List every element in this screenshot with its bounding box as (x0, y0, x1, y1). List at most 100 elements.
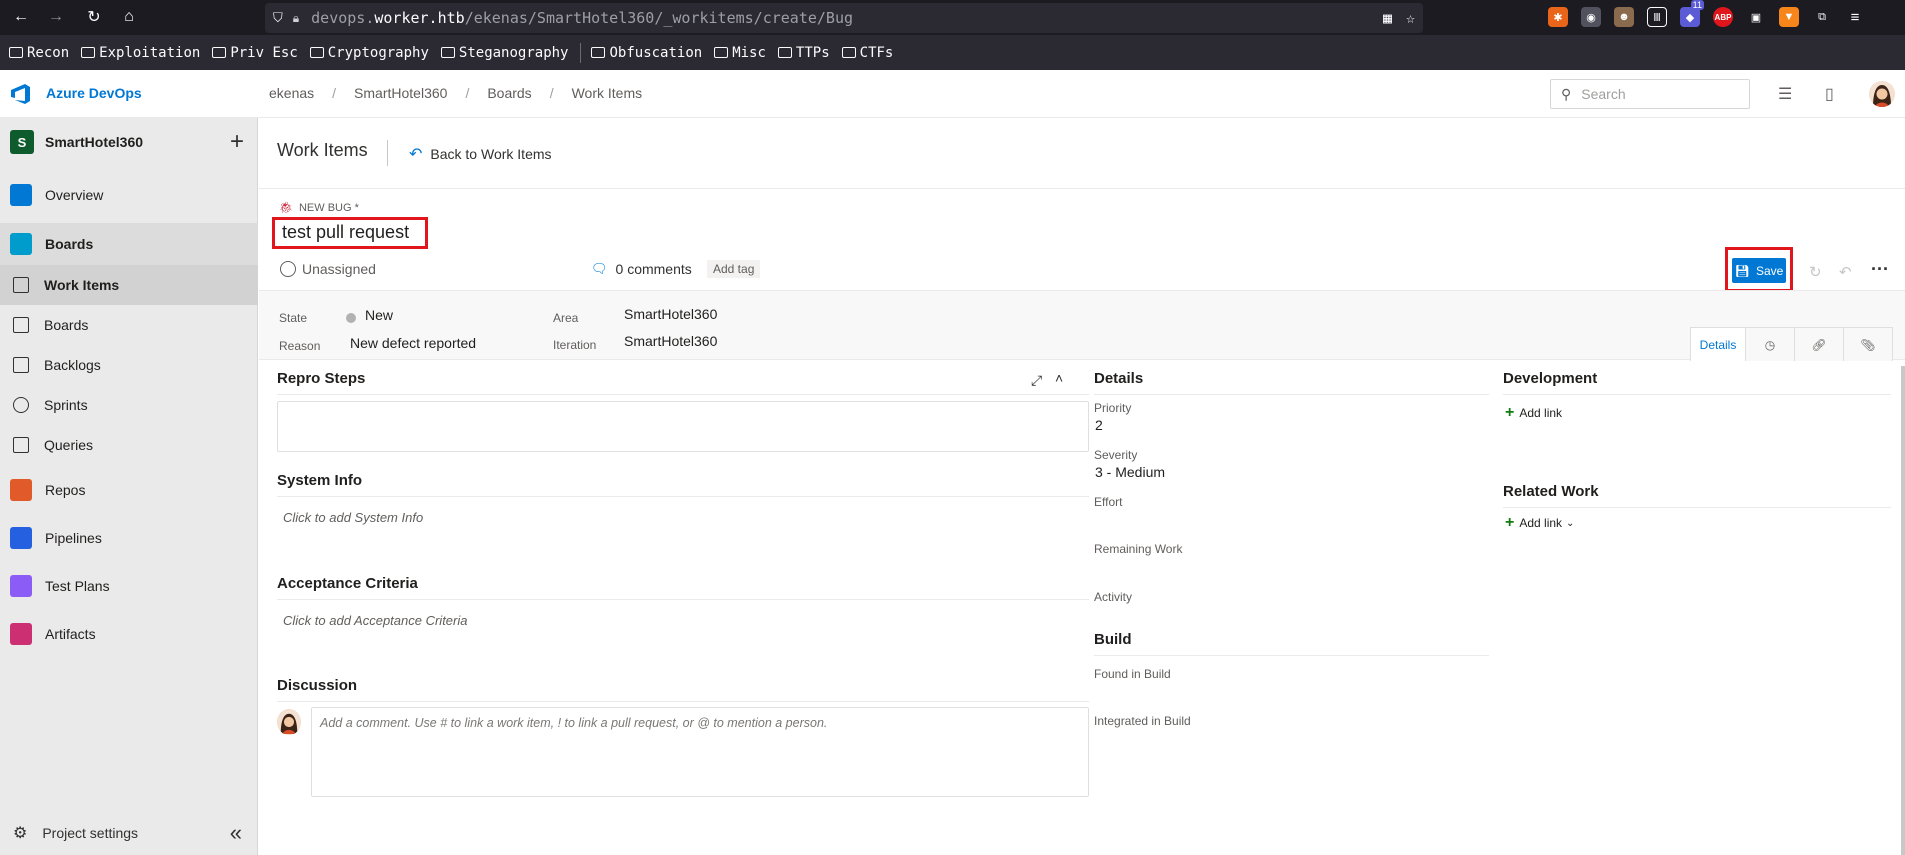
azure-devops-logo-icon[interactable] (10, 83, 34, 105)
severity-field[interactable]: 3 - Medium (1095, 464, 1165, 480)
work-item-form-header: 🐞︎ NEW BUG * test pull request Unassigne… (259, 188, 1905, 292)
bookmark-folder[interactable]: Misc (714, 45, 766, 61)
state-field[interactable]: New (365, 307, 393, 323)
person-icon (280, 261, 296, 277)
effort-label: Effort (1094, 495, 1123, 509)
bookmark-star-icon[interactable]: ☆ (1406, 9, 1415, 27)
app-title[interactable]: Azure DevOps (46, 85, 142, 101)
qr-code-icon[interactable]: ▦ (1383, 9, 1392, 27)
reason-field[interactable]: New defect reported (350, 335, 476, 351)
column-extension-icon[interactable]: Ⅲ (1647, 7, 1667, 27)
tab-history[interactable]: ◷ (1745, 327, 1795, 361)
tab-attachments[interactable]: 📎︎ (1843, 327, 1893, 361)
clipboard-icon (13, 277, 29, 293)
more-actions-icon[interactable]: ··· (1871, 259, 1889, 280)
shield-extension-icon[interactable]: ◆ 11 (1680, 0, 1704, 27)
add-development-link-button[interactable]: + Add link (1505, 404, 1562, 422)
breadcrumb-item[interactable]: SmartHotel360 (354, 85, 447, 101)
scrollbar[interactable] (1901, 366, 1905, 855)
sidebar-item-boards[interactable]: Boards (0, 223, 258, 265)
face-extension-icon[interactable]: ☻ (1614, 7, 1634, 27)
development-heading: Development (1503, 370, 1598, 387)
puzzle-icon[interactable]: ⧉ (1812, 7, 1832, 27)
sidebar-item-repos[interactable]: Repos (0, 470, 258, 510)
tab-links[interactable]: 🔗︎ (1794, 327, 1844, 361)
bookmark-folder[interactable]: Priv Esc (212, 45, 298, 61)
folder-icon (81, 47, 96, 58)
sidebar-item-overview[interactable]: Overview (0, 175, 258, 215)
bookmark-folder[interactable]: Exploitation (81, 45, 200, 61)
sidebar-item-artifacts[interactable]: Artifacts (0, 614, 258, 654)
iteration-field[interactable]: SmartHotel360 (624, 333, 717, 349)
severity-label: Severity (1094, 448, 1138, 462)
acceptance-criteria-field[interactable]: Click to add Acceptance Criteria (283, 613, 468, 628)
pipelines-icon (10, 527, 32, 549)
tab-details[interactable]: Details (1690, 327, 1746, 361)
grid-extension-icon[interactable]: ▣ (1746, 7, 1766, 27)
breadcrumb-item[interactable]: ekenas (269, 85, 314, 101)
discussion-input[interactable]: Add a comment. Use # to link a work item… (311, 707, 1089, 797)
bookmark-folder[interactable]: CTFs (841, 45, 893, 61)
search-input[interactable]: ⚲ Search (1550, 79, 1750, 109)
back-to-work-items-link[interactable]: ↶ Back to Work Items (409, 144, 552, 164)
title-field[interactable]: test pull request (272, 217, 428, 249)
system-info-field[interactable]: Click to add System Info (283, 510, 423, 525)
work-item-fields: State New Reason New defect reported Are… (259, 290, 1905, 361)
collapse-sidebar-icon[interactable]: « (230, 820, 242, 846)
add-tag-button[interactable]: Add tag (707, 260, 761, 278)
sidebar-item-test-plans[interactable]: Test Plans (0, 566, 258, 606)
firefox-extension-icon[interactable]: ✱ (1548, 7, 1568, 27)
repro-steps-editor[interactable] (277, 401, 1089, 452)
sidebar-item-pipelines[interactable]: Pipelines (0, 518, 258, 558)
folder-icon (841, 47, 856, 58)
related-work-heading: Related Work (1503, 483, 1599, 500)
expand-icon[interactable]: ⤢ (1031, 372, 1042, 389)
menu-icon[interactable]: ≡ (1845, 7, 1865, 27)
page-title: Work Items (277, 140, 368, 160)
project-header[interactable]: S SmartHotel360 + (0, 118, 258, 166)
breadcrumb-item[interactable]: Boards (487, 85, 531, 101)
url-text: devops.worker.htb/ekenas/SmartHotel360/_… (311, 9, 854, 27)
add-related-link-button[interactable]: + Add link ⌄ (1505, 514, 1574, 532)
project-settings[interactable]: ⚙ Project settings « (0, 813, 258, 853)
breadcrumb-item[interactable]: Work Items (572, 85, 643, 101)
refresh-icon[interactable]: ↻ (1809, 263, 1822, 281)
system-info-heading: System Info (277, 472, 363, 489)
bookmark-folder[interactable]: Obfuscation (591, 45, 702, 61)
adblock-icon[interactable]: ABP (1713, 7, 1733, 27)
fox-extension-icon[interactable]: ▼ (1779, 7, 1799, 27)
sidebar-item-label: Repos (45, 482, 86, 498)
bookmark-folder[interactable]: Recon (9, 45, 69, 61)
cookie-extension-icon[interactable]: ◉ (1581, 7, 1601, 27)
bookmark-folder[interactable]: Steganography (440, 45, 568, 61)
url-bar[interactable]: ⛉ 🔒︎ devops.worker.htb/ekenas/SmartHotel… (265, 3, 1423, 33)
avatar[interactable] (1869, 81, 1895, 107)
artifacts-icon (10, 623, 32, 645)
plus-icon: + (1505, 404, 1515, 421)
home-icon[interactable]: ⌂ (118, 6, 140, 28)
folder-icon (9, 47, 23, 58)
sidebar-item-boards-sub[interactable]: Boards (0, 305, 258, 345)
bookmark-folder[interactable]: TTPs (777, 45, 830, 61)
add-icon[interactable]: + (230, 128, 244, 156)
undo-icon[interactable]: ↶ (1839, 263, 1852, 281)
assignee-picker[interactable]: Unassigned (280, 261, 376, 277)
sidebar-item-sprints[interactable]: Sprints (0, 385, 258, 425)
save-disk-icon: 💾︎ (1734, 263, 1750, 278)
priority-field[interactable]: 2 (1095, 417, 1103, 433)
forward-arrow-icon[interactable]: → (45, 6, 67, 28)
sidebar-item-backlogs[interactable]: Backlogs (0, 345, 258, 385)
sidebar-item-queries[interactable]: Queries (0, 425, 258, 465)
sidebar-item-work-items[interactable]: Work Items (0, 265, 258, 305)
shopping-bag-icon[interactable]: ▯ (1825, 84, 1834, 104)
list-icon[interactable]: ☰ (1778, 84, 1792, 104)
back-arrow-icon[interactable]: ← (10, 6, 32, 28)
save-button[interactable]: 💾︎ Save (1732, 258, 1786, 283)
comments-link[interactable]: 🗨︎ 0 comments (591, 261, 692, 277)
bookmark-folder[interactable]: Cryptography (309, 45, 429, 61)
found-in-build-label: Found in Build (1094, 667, 1171, 681)
sidebar-item-label: Overview (45, 187, 104, 203)
area-field[interactable]: SmartHotel360 (624, 306, 717, 322)
chevron-up-icon[interactable]: ˄ (1055, 370, 1063, 386)
reload-icon[interactable]: ↻ (83, 6, 105, 28)
